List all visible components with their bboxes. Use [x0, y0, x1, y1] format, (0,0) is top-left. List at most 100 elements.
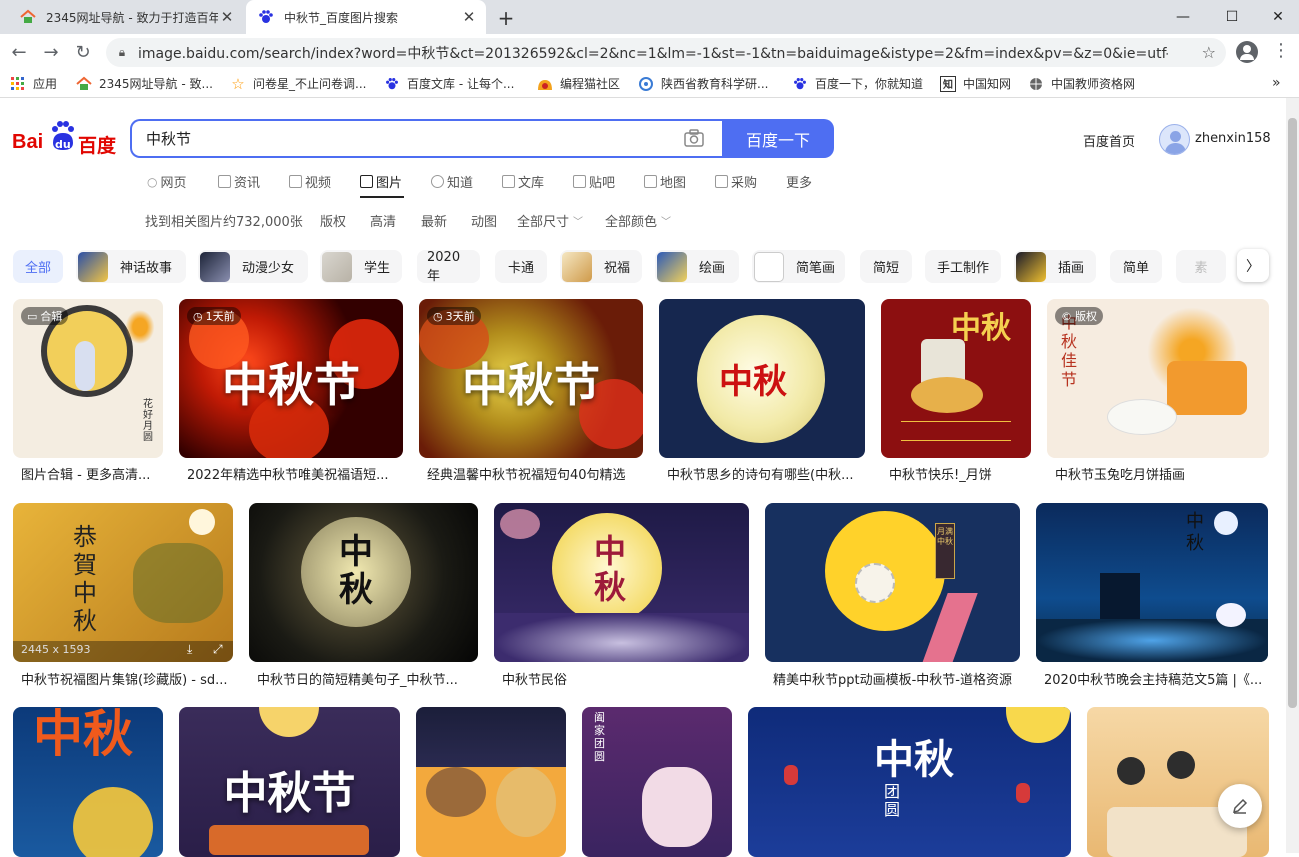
image-result[interactable]: 恭賀中秋 2445 x 1593 ⤓ ⤢: [13, 503, 233, 662]
tab-more[interactable]: 更多: [786, 172, 812, 191]
image-result[interactable]: 中秋: [249, 503, 478, 662]
tab-images[interactable]: 图片: [360, 172, 402, 191]
star-icon: ☆: [231, 74, 245, 93]
chip-cartoon[interactable]: 卡通: [495, 250, 547, 283]
chip-short[interactable]: 简短: [860, 250, 912, 283]
expand-icon[interactable]: ⤢: [213, 642, 223, 657]
chip-handmade[interactable]: 手工制作: [925, 250, 1001, 283]
reload-icon[interactable]: ↻: [69, 38, 97, 66]
minimize-icon[interactable]: —: [1160, 0, 1206, 34]
image-result[interactable]: 中秋: [659, 299, 865, 458]
close-window-icon[interactable]: ✕: [1255, 0, 1299, 34]
new-tab-button[interactable]: +: [494, 6, 518, 30]
image-caption[interactable]: 中秋节思乡的诗句有哪些(中秋...: [667, 464, 863, 483]
chip-simple[interactable]: 简单: [1110, 250, 1162, 283]
chevron-right-icon[interactable]: 〉: [1237, 249, 1269, 282]
search-input[interactable]: 中秋节: [130, 119, 724, 158]
image-result[interactable]: 中秋节: [179, 707, 400, 857]
tab-purchase[interactable]: 采购: [715, 172, 757, 191]
tab-map[interactable]: 地图: [644, 172, 686, 191]
image-result[interactable]: 中秋节 ◷ 3天前: [419, 299, 643, 458]
image-caption[interactable]: 中秋节日的简短精美句子_中秋节...: [257, 669, 476, 688]
tab-news[interactable]: 资讯: [218, 172, 260, 191]
bookmark-cnki[interactable]: 知 中国知网: [940, 75, 1011, 92]
image-result[interactable]: 中秋节 ◷ 1天前: [179, 299, 403, 458]
username[interactable]: zhenxin158: [1195, 131, 1271, 146]
image-result[interactable]: [416, 707, 566, 857]
bookmark-wjx[interactable]: ☆ 问卷星_不止问卷调...: [230, 74, 366, 93]
back-arrow-icon[interactable]: ←: [5, 38, 33, 66]
image-result[interactable]: [1087, 707, 1269, 857]
menu-kebab-icon[interactable]: ⋮: [1272, 40, 1290, 64]
chip-student[interactable]: 学生: [320, 250, 402, 283]
bookmark-star-icon[interactable]: ☆: [1202, 43, 1216, 62]
filter-color-dropdown[interactable]: 全部颜色 ﹀: [605, 211, 671, 230]
edit-pencil-icon[interactable]: [1218, 784, 1262, 828]
camera-icon[interactable]: [684, 129, 704, 147]
image-result[interactable]: 中秋 团圆: [748, 707, 1071, 857]
image-result[interactable]: 月满中秋: [765, 503, 1020, 662]
profile-icon[interactable]: [1236, 41, 1258, 63]
tab-wenku[interactable]: 文库: [502, 172, 544, 191]
browser-tab-2345[interactable]: 2345网址导航 - 致力于打造百年 ✕: [8, 0, 244, 34]
chip-sketch[interactable]: 简笔画: [752, 250, 845, 283]
image-result[interactable]: 中秋: [1036, 503, 1268, 662]
chip-illustration[interactable]: 插画: [1014, 250, 1096, 283]
image-caption[interactable]: 图片合辑 - 更多高清...: [21, 464, 161, 483]
baidu-home-link[interactable]: 百度首页: [1083, 131, 1135, 150]
close-icon[interactable]: ✕: [218, 8, 236, 26]
image-caption[interactable]: 中秋节玉兔吃月饼插画: [1055, 464, 1267, 483]
active-tab-indicator: [360, 196, 404, 198]
maximize-icon[interactable]: ☐: [1209, 0, 1255, 34]
chip-2020[interactable]: 2020年: [417, 249, 480, 284]
image-caption[interactable]: 中秋节快乐!_月饼: [889, 464, 1029, 483]
filter-copyright[interactable]: 版权: [320, 211, 346, 230]
chip-all[interactable]: 全部: [13, 250, 63, 283]
chip-label: 2020年: [427, 249, 461, 284]
chip-blessing[interactable]: 祝福: [560, 250, 642, 283]
filter-hd[interactable]: 高清: [370, 211, 396, 230]
tab-title: 中秋节_百度图片搜索: [284, 10, 399, 25]
close-icon[interactable]: ✕: [460, 8, 478, 26]
scrollbar-thumb[interactable]: [1288, 118, 1297, 708]
tab-zhidao[interactable]: 知道: [431, 172, 473, 191]
chip-anime[interactable]: 动漫少女: [198, 250, 308, 283]
image-overlay-text: 中秋节: [462, 358, 600, 412]
image-result[interactable]: 花好月圆 ▭ 合辑: [13, 299, 163, 458]
avatar[interactable]: [1159, 124, 1190, 155]
bookmark-apps[interactable]: 应用: [10, 75, 57, 92]
filter-animated[interactable]: 动图: [471, 211, 497, 230]
bookmark-jszg[interactable]: 中国教师资格网: [1028, 75, 1135, 92]
search-button[interactable]: 百度一下: [722, 119, 834, 158]
tab-web[interactable]: ○ 网页: [147, 172, 187, 192]
bookmark-wenku[interactable]: 百度文库 - 让每个...: [384, 75, 514, 92]
chip-painting[interactable]: 绘画: [655, 250, 739, 283]
bookmark-baidu[interactable]: 百度一下，你就知道: [792, 75, 923, 92]
tab-tieba[interactable]: 贴吧: [573, 172, 615, 191]
image-caption[interactable]: 精美中秋节ppt动画模板-中秋节-道格资源: [773, 669, 1018, 688]
bookmarks-more-button[interactable]: »: [1272, 75, 1281, 91]
bookmark-2345[interactable]: 2345网址导航 - 致...: [76, 75, 213, 92]
bookmark-codemao[interactable]: 编程猫社区: [537, 75, 620, 92]
image-result[interactable]: 中秋: [881, 299, 1031, 458]
chip-myth[interactable]: 神话故事: [76, 250, 186, 283]
bookmark-shaanxi[interactable]: 陕西省教育科学研...: [638, 75, 768, 92]
image-caption[interactable]: 2022年精选中秋节唯美祝福语短...: [187, 464, 401, 483]
image-result[interactable]: 阖家团圆: [582, 707, 732, 857]
address-bar[interactable]: 🔒︎ image.baidu.com/search/index?word=中秋节…: [106, 38, 1226, 67]
image-result[interactable]: 中秋佳节 © 版权: [1047, 299, 1269, 458]
filter-latest[interactable]: 最新: [421, 211, 447, 230]
chip-plain[interactable]: 素: [1176, 250, 1226, 283]
download-icon[interactable]: ⤓: [187, 642, 192, 657]
browser-tab-baidu[interactable]: 中秋节_百度图片搜索 ✕: [246, 0, 486, 34]
image-caption[interactable]: 2020中秋节晚会主持稿范文5篇 |《...: [1044, 669, 1266, 688]
image-caption[interactable]: 中秋节民俗: [502, 669, 747, 688]
image-caption[interactable]: 经典温馨中秋节祝福短句40句精选: [427, 464, 641, 483]
image-result[interactable]: 中秋: [13, 707, 163, 857]
image-result[interactable]: 中秋: [494, 503, 749, 662]
forward-arrow-icon[interactable]: →: [37, 38, 65, 66]
tab-video[interactable]: 视频: [289, 172, 331, 191]
image-caption[interactable]: 中秋节祝福图片集锦(珍藏版) - sd...: [21, 669, 231, 688]
filter-size-dropdown[interactable]: 全部尺寸 ﹀: [517, 211, 583, 230]
baidu-logo[interactable]: Bai du 百度: [12, 121, 116, 157]
